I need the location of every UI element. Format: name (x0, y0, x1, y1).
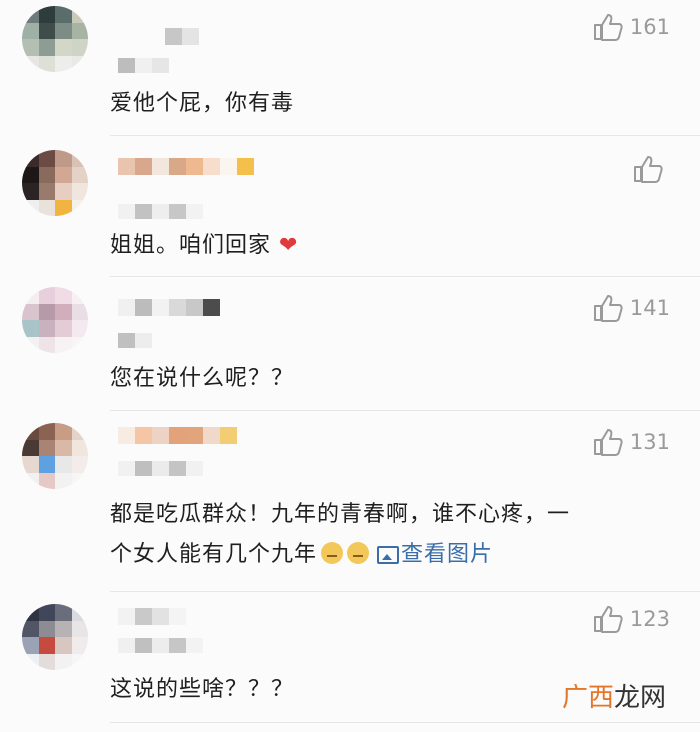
timestamp-blurred (118, 333, 152, 348)
avatar[interactable] (22, 604, 88, 670)
avatar[interactable] (22, 150, 88, 216)
like-button[interactable]: 131 (592, 427, 670, 457)
timestamp-blurred (118, 461, 203, 476)
like-button[interactable]: 123 (592, 604, 670, 634)
comment-text: 爱他个屁，你有毒 (110, 91, 295, 116)
avatar[interactable] (22, 6, 88, 72)
username-blurred[interactable] (118, 427, 237, 444)
comment-item: 161 爱他个屁，你有毒 (0, 0, 700, 135)
username-blurred[interactable] (118, 299, 220, 316)
sad-face-emoji (321, 542, 344, 564)
watermark-part2: 龙网 (613, 683, 666, 713)
view-image-link[interactable]: 查看图片 (401, 542, 493, 567)
like-count: 141 (629, 296, 670, 320)
divider (110, 722, 700, 723)
like-count: 131 (629, 430, 670, 454)
thumbs-up-icon (593, 606, 623, 633)
comment-text-line-2: 个女人能有几个九年 (110, 542, 318, 567)
comment-text: 这说的些啥？？？ (110, 677, 295, 702)
image-icon[interactable] (377, 546, 400, 564)
comment-text: 都是吃瓜群众！九年的青春啊，谁不心疼，一 个女人能有几个九年 查看图片 (110, 495, 570, 575)
username-blurred[interactable] (165, 28, 199, 45)
timestamp-blurred (118, 638, 203, 653)
thumbs-up-icon (634, 156, 663, 183)
site-watermark: 广西龙网 (562, 677, 666, 714)
thumbs-up-icon (593, 14, 623, 41)
like-button[interactable]: 141 (592, 293, 670, 323)
thumbs-up-icon (593, 295, 623, 322)
comment-text: 您在说什么呢？？ (110, 366, 295, 391)
comment-text: 姐姐。咱们回家 ❤ (110, 226, 298, 266)
like-count: 123 (629, 607, 670, 631)
comment-item: 姐姐。咱们回家 ❤ (0, 136, 700, 276)
comment-text-line: 都是吃瓜群众！九年的青春啊，谁不心疼，一 (110, 502, 571, 527)
username-blurred[interactable] (118, 608, 186, 625)
watermark-part1: 广西 (561, 683, 614, 713)
comment-item: 131 都是吃瓜群众！九年的青春啊，谁不心疼，一 个女人能有几个九年 查看图片 (0, 411, 700, 591)
timestamp-blurred (118, 204, 203, 219)
avatar[interactable] (22, 423, 88, 489)
sad-face-emoji (347, 542, 370, 564)
username-blurred[interactable] (118, 158, 254, 175)
comment-text-line: 个女人能有几个九年 查看图片 (110, 535, 570, 575)
timestamp-blurred (118, 58, 169, 73)
like-count: 161 (629, 15, 670, 39)
thumbs-up-icon (593, 429, 623, 456)
like-button[interactable]: 161 (592, 12, 670, 42)
comment-item: 141 您在说什么呢？？ (0, 277, 700, 410)
heart-emoji: ❤ (279, 233, 299, 258)
like-button[interactable] (632, 154, 670, 184)
avatar[interactable] (22, 287, 88, 353)
comment-text-body: 姐姐。咱们回家 (110, 233, 272, 258)
